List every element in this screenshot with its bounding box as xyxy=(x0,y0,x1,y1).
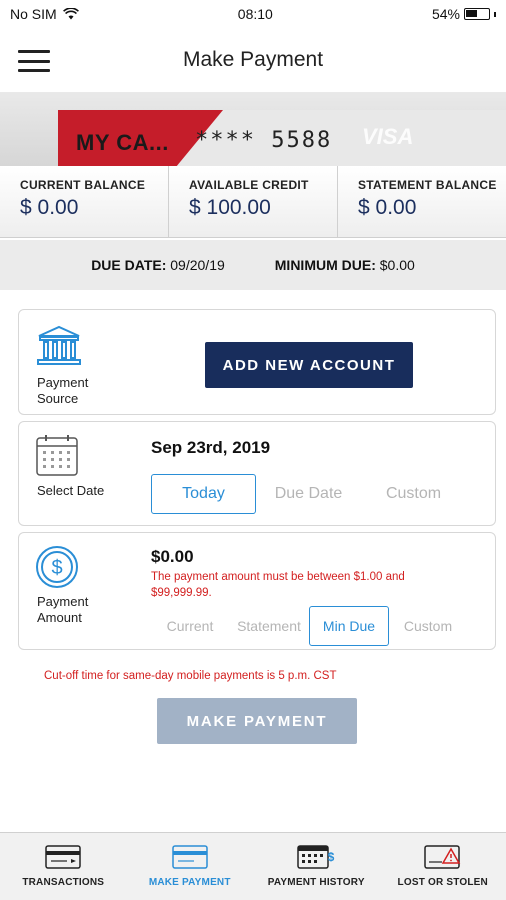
payment-source-label: Payment Source xyxy=(37,375,88,407)
available-credit-label: AVAILABLE CREDIT xyxy=(189,178,309,192)
status-left: No SIM xyxy=(10,6,79,22)
tab-payment-history[interactable]: $ PAYMENT HISTORY xyxy=(253,833,380,900)
card-number: **** 5588 xyxy=(195,128,333,153)
page-title: Make Payment xyxy=(182,48,324,71)
status-bar: No SIM 08:10 54% xyxy=(0,0,506,28)
due-info-row: DUE DATE: 09/20/19 MINIMUM DUE: $0.00 xyxy=(0,240,506,290)
make-payment-card-icon xyxy=(172,845,208,869)
amount-option-min-due[interactable]: Min Due xyxy=(309,606,389,646)
clock: 08:10 xyxy=(237,6,273,22)
amount-option-current[interactable]: Current xyxy=(151,606,229,646)
cutoff-notice: Cut-off time for same-day mobile payment… xyxy=(44,670,337,682)
battery-percent: 54% xyxy=(431,6,460,22)
select-date-label: Select Date xyxy=(37,483,105,498)
available-credit-value: $ 100.00 xyxy=(189,196,271,219)
svg-text:$: $ xyxy=(51,557,62,579)
current-balance-label: CURRENT BALANCE xyxy=(20,178,146,192)
tab-make-payment[interactable]: MAKE PAYMENT xyxy=(127,833,254,900)
transactions-card-icon xyxy=(45,845,81,869)
statement-balance: STATEMENT BALANCE $ 0.00 xyxy=(338,166,506,237)
tab-transactions[interactable]: TRANSACTIONS xyxy=(0,833,127,900)
date-option-custom[interactable]: Custom xyxy=(361,474,466,514)
card-brand-logo: VISA xyxy=(362,124,414,149)
dollar-coin-icon: $ xyxy=(36,546,78,588)
payment-source-panel: Payment Source ADD NEW ACCOUNT xyxy=(18,309,496,415)
select-date-panel: Select Date Sep 23rd, 2019 Today Due Dat… xyxy=(18,421,496,526)
payment-amount-value: $0.00 xyxy=(151,547,194,566)
selected-date-value: Sep 23rd, 2019 xyxy=(151,438,271,457)
payment-amount-label-line2: Amount xyxy=(37,610,82,625)
due-date-value: 09/20/19 xyxy=(170,257,225,273)
payment-source-label-line2: Source xyxy=(37,391,79,406)
lost-stolen-card-icon xyxy=(424,845,461,869)
svg-text:$: $ xyxy=(328,850,335,864)
balances-row: CURRENT BALANCE $ 0.00 AVAILABLE CREDIT … xyxy=(0,166,506,238)
payment-history-icon: $ xyxy=(297,845,335,869)
payment-amount-label-line1: Payment xyxy=(37,594,89,609)
minimum-due-label: MINIMUM DUE: xyxy=(274,257,376,273)
app-header: Make Payment xyxy=(0,28,506,92)
due-date: DUE DATE: 09/20/19 xyxy=(91,257,225,273)
amount-option-statement[interactable]: Statement xyxy=(229,606,309,646)
card-name: MY CA... xyxy=(76,130,169,155)
available-credit: AVAILABLE CREDIT $ 100.00 xyxy=(169,166,338,237)
amount-option-custom[interactable]: Custom xyxy=(389,606,467,646)
tab-payment-history-label: PAYMENT HISTORY xyxy=(267,877,365,888)
current-balance: CURRENT BALANCE $ 0.00 xyxy=(0,166,169,237)
payment-source-label-line1: Payment xyxy=(37,375,89,390)
battery-indicator: 54% xyxy=(432,6,496,22)
bank-icon xyxy=(37,325,81,365)
statement-balance-value: $ 0.00 xyxy=(358,196,417,219)
date-segmented-control: Today Due Date Custom xyxy=(151,474,466,514)
hamburger-menu-icon[interactable] xyxy=(18,50,50,72)
tab-transactions-label: TRANSACTIONS xyxy=(22,877,105,888)
battery-icon xyxy=(463,8,490,20)
payment-amount-panel: $ Payment Amount $0.00 The payment amoun… xyxy=(18,532,496,650)
current-balance-value: $ 0.00 xyxy=(20,196,79,219)
wifi-icon xyxy=(62,8,79,20)
minimum-due-value: $0.00 xyxy=(379,257,415,273)
tab-lost-or-stolen-label: LOST OR STOLEN xyxy=(397,877,488,888)
tab-make-payment-label: MAKE PAYMENT xyxy=(148,877,231,888)
payment-amount-label: Payment Amount xyxy=(37,594,88,626)
make-payment-button[interactable]: MAKE PAYMENT xyxy=(157,698,357,744)
bottom-tab-bar: TRANSACTIONS MAKE PAYMENT $ PAYMENT HIST… xyxy=(0,832,506,900)
minimum-due: MINIMUM DUE: $0.00 xyxy=(275,257,415,273)
add-new-account-button[interactable]: ADD NEW ACCOUNT xyxy=(205,342,413,388)
statement-balance-label: STATEMENT BALANCE xyxy=(358,178,497,192)
due-date-label: DUE DATE: xyxy=(91,257,167,273)
date-option-today[interactable]: Today xyxy=(151,474,256,514)
amount-validation-error: The payment amount must be between $1.00… xyxy=(151,571,405,599)
amount-segmented-control: Current Statement Min Due Custom xyxy=(151,606,467,646)
date-option-due-date[interactable]: Due Date xyxy=(256,474,361,514)
calendar-icon[interactable] xyxy=(35,433,79,477)
carrier-label: No SIM xyxy=(10,6,57,22)
card-strip: MY CA... **** 5588 VISA xyxy=(0,92,506,166)
tab-lost-or-stolen[interactable]: LOST OR STOLEN xyxy=(380,833,506,900)
